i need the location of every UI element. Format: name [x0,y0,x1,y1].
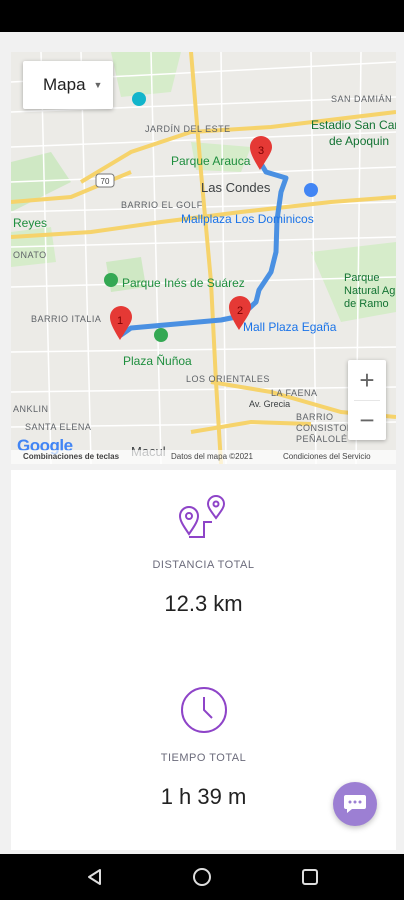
label-av-grecia: Av. Grecia [249,399,291,409]
time-label: TIEMPO TOTAL [160,752,247,764]
label-onato: ONATO [13,250,47,260]
label-barrio-italia: BARRIO ITALIA [31,314,102,324]
map-type-dropdown[interactable]: Mapa ▼ [23,61,113,109]
shopping-poi-icon [304,183,318,197]
caret-down-icon: ▼ [93,80,103,90]
label-mall-plaza-egana: Mall Plaza Egaña [243,320,337,334]
label-barrio-el-golf: BARRIO EL GOLF [121,200,203,210]
map-data-link[interactable]: Datos del mapa ©2021 [171,452,253,461]
android-nav-bar [0,854,404,900]
back-triangle-icon [88,869,101,885]
label-plaza-nunoa: Plaza Ñuñoa [123,354,192,368]
terms-link[interactable]: Condiciones del Servicio [283,452,371,461]
label-reyes: Reyes [13,216,48,230]
label-parque-araucano: Parque Arauca [171,154,251,168]
distance-value: 12.3 km [164,591,243,616]
marker-3-label: 3 [258,145,264,157]
chat-button[interactable] [333,782,377,826]
keyboard-shortcuts-link[interactable]: Combinaciones de teclas [23,452,119,461]
label-los-orientales: LOS ORIENTALES [186,374,270,384]
route-pins-icon [178,495,225,538]
label-franklin: ANKLIN [13,404,49,414]
zoom-out-button[interactable]: − [348,401,386,440]
distance-label: DISTANCIA TOTAL [152,559,255,571]
zoom-in-button[interactable]: + [348,360,386,400]
map-type-label: Mapa [43,75,86,94]
route-70-label: 70 [101,177,110,186]
route-70-shield: 70 [95,173,115,188]
label-la-faena: LA FAENA [271,388,318,398]
plaza-poi-icon [154,328,168,342]
label-jardin-del-este: JARDÍN DEL ESTE [145,124,231,134]
label-parque-natural: Parque Natural Ag de Ramo [344,272,396,310]
park-poi-icon [104,273,118,287]
chat-bubble-icon [344,795,366,813]
marker-2-label: 2 [237,305,243,317]
recents-button[interactable] [280,854,340,900]
recents-square-icon [302,869,318,885]
label-mallplaza-dominicos: Mallplaza Los Dominicos [181,212,314,226]
clock-icon [180,687,227,733]
label-las-condes: Las Condes [201,180,271,195]
distance-stat: DISTANCIA TOTAL 12.3 km [11,492,396,617]
map-attribution: Combinaciones de teclas Datos del mapa ©… [11,450,396,464]
back-button[interactable] [65,854,125,900]
zoom-control: + − [348,360,386,440]
label-apoquindo: de Apoquin [329,134,390,148]
marker-1-label: 1 [117,315,123,327]
camera-poi-icon [132,92,146,106]
map-view[interactable]: 1 2 3 70 JARDÍN DEL ESTE SAN DAMIÁN Esta… [11,52,396,464]
home-circle-icon [193,868,211,886]
label-san-damian: SAN DAMIÁN [331,94,393,104]
label-santa-elena: SANTA ELENA [25,422,92,432]
home-button[interactable] [172,854,232,900]
status-bar [0,0,404,32]
label-estadio: Estadio San Car [311,118,396,132]
label-parque-ines: Parque Inés de Suárez [122,276,245,290]
map-canvas: 1 2 3 70 [11,52,396,464]
